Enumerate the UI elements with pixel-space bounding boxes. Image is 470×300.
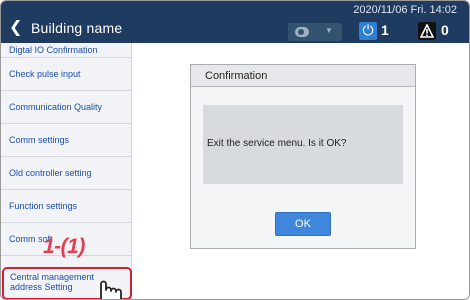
toggle-switch-icon (295, 27, 309, 37)
sidebar-item-check-pulse[interactable]: Check pulse input (1, 58, 132, 91)
sidebar-item-label: Digtal IO Confirmation (9, 45, 98, 55)
sidebar-item-old-controller[interactable]: Old controller setting (1, 157, 132, 190)
dialog-message: Exit the service menu. Is it OK? (207, 138, 347, 149)
app-window: ❮ Building name 2020/11/06 Fri. 14:02 ▼ … (0, 0, 470, 300)
sidebar-menu: Digtal IO Confirmation Check pulse input… (1, 43, 132, 299)
step-annotation: 1-(1) (43, 235, 85, 258)
sidebar-item-digital-io[interactable]: Digtal IO Confirmation (1, 43, 132, 58)
header-bar: ❮ Building name 2020/11/06 Fri. 14:02 ▼ … (1, 1, 469, 43)
mode-toggle[interactable]: ▼ (288, 23, 342, 41)
sidebar-item-function-settings[interactable]: Function settings (1, 190, 132, 223)
back-chevron-icon[interactable]: ❮ (9, 19, 27, 37)
sidebar-item-communication-quality[interactable]: Communication Quality (1, 91, 132, 124)
confirmation-dialog: Confirmation Exit the service menu. Is i… (190, 64, 416, 249)
label-line-2: address Setting (10, 282, 73, 292)
sidebar-item-label: Old controller setting (9, 168, 92, 178)
sidebar-item-label: Communication Quality (9, 102, 103, 112)
chevron-down-icon: ▼ (325, 26, 333, 35)
alert-triangle-icon[interactable] (418, 22, 436, 40)
dialog-title: Confirmation (205, 70, 268, 82)
sidebar-item-label: Central management address Setting (10, 272, 94, 292)
message-box: Exit the service menu. Is it OK? (203, 105, 403, 184)
dialog-title-bar: Confirmation (191, 65, 415, 87)
label-line-1: Central management (10, 272, 95, 282)
sidebar-item-label: Comm settings (9, 135, 70, 145)
ok-button[interactable]: OK (275, 212, 331, 236)
sidebar-item-label: Function settings (9, 201, 78, 211)
datetime-display: 2020/11/06 Fri. 14:02 (353, 4, 457, 16)
alert-count: 0 (441, 22, 449, 38)
power-count: 1 (381, 22, 389, 38)
page-title: Building name (31, 20, 123, 36)
power-icon[interactable]: ⏻ (359, 22, 377, 40)
hand-pointer-icon (97, 278, 123, 299)
sidebar-item-label: Check pulse input (9, 69, 81, 79)
sidebar-item-comm-settings[interactable]: Comm settings (1, 124, 132, 157)
